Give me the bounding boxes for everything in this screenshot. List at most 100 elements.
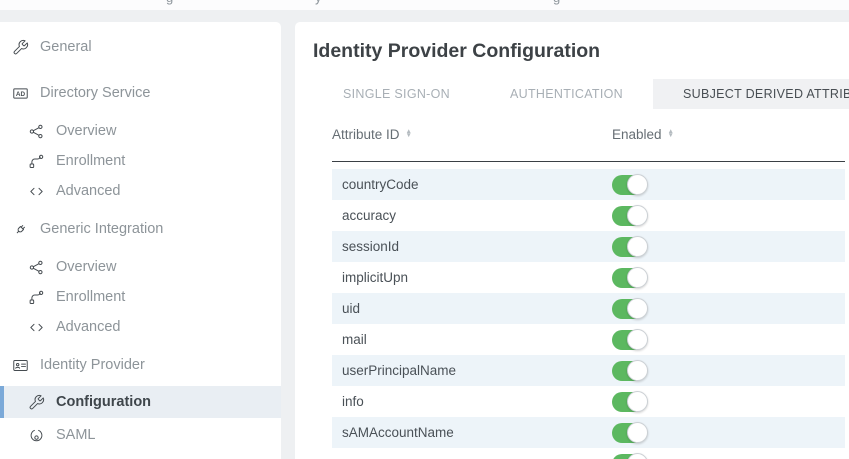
enabled-toggle[interactable] — [612, 175, 645, 195]
toggle-knob — [627, 298, 648, 319]
table-row-info: info — [332, 386, 845, 417]
enabled-toggle[interactable] — [612, 392, 645, 412]
attribute-id-cell: sessionId — [342, 239, 612, 254]
toggle-knob — [627, 205, 648, 226]
header-divider — [332, 161, 845, 162]
table-row-uid: uid — [332, 293, 845, 324]
code-icon — [28, 319, 45, 336]
table-row-implicitupn: implicitUpn — [332, 262, 845, 293]
column-header-label: Enabled — [612, 127, 662, 142]
table-row-mail: mail — [332, 324, 845, 355]
sidebar-item-label: Identity Provider — [40, 357, 145, 373]
column-header-enabled[interactable]: Enabled ▲▼ — [612, 127, 674, 142]
attribute-id-cell: sAMAccountName — [342, 425, 612, 440]
table-row-sessionid: sessionId — [332, 231, 845, 262]
page-title: Identity Provider Configuration — [295, 22, 849, 63]
toggle-knob — [627, 236, 648, 257]
sidebar-item-gi-enrollment[interactable]: Enrollment — [0, 282, 281, 312]
svg-text:AD: AD — [16, 90, 26, 97]
sidebar-item-identity-provider[interactable]: Identity Provider — [0, 350, 281, 380]
sidebar-item-gi-advanced[interactable]: Advanced — [0, 312, 281, 342]
toggle-knob — [627, 267, 648, 288]
sidebar-item-directory-service[interactable]: AD Directory Service — [0, 78, 281, 108]
sidebar-item-general[interactable]: General — [0, 32, 281, 62]
sidebar-item-configuration[interactable]: Configuration — [0, 386, 281, 418]
attribute-id-cell: implicitUpn — [342, 270, 612, 285]
plug-icon — [12, 221, 29, 238]
id-card-icon — [12, 357, 29, 374]
sidebar-item-gi-overview[interactable]: Overview — [0, 252, 281, 282]
breadcrumb-fragment: y — [315, 0, 322, 5]
tab-bar: SINGLE SIGN-ON AUTHENTICATION SUBJECT DE… — [313, 79, 849, 109]
toggle-knob — [627, 360, 648, 381]
table-row-partial — [332, 448, 845, 459]
code-icon — [28, 183, 45, 200]
route-icon — [28, 153, 45, 170]
sidebar-item-label: Advanced — [56, 183, 121, 199]
breadcrumb-fragment: g — [553, 0, 560, 5]
breadcrumb-fragment: g — [166, 0, 173, 5]
sidebar-item-label: Overview — [56, 259, 116, 275]
sidebar-item-label: Enrollment — [56, 289, 125, 305]
sidebar-item-label: Generic Integration — [40, 221, 163, 237]
toggle-knob — [627, 391, 648, 412]
toggle-knob — [627, 174, 648, 195]
network-icon — [28, 123, 45, 140]
breadcrumb: g y g — [0, 0, 849, 10]
ad-badge-icon: AD — [12, 85, 29, 102]
attributes-table: Attribute ID ▲▼ Enabled ▲▼ countryCode a… — [332, 121, 845, 459]
table-row-accuracy: accuracy — [332, 200, 845, 231]
attribute-id-cell: info — [342, 394, 612, 409]
sidebar-item-generic-integration[interactable]: Generic Integration — [0, 214, 281, 244]
attribute-id-cell: uid — [342, 301, 612, 316]
enabled-toggle[interactable] — [612, 423, 645, 443]
settings-sidebar: General AD Directory Service Overview En… — [0, 22, 281, 459]
enabled-toggle[interactable] — [612, 268, 645, 288]
table-header-row: Attribute ID ▲▼ Enabled ▲▼ — [332, 121, 845, 147]
column-header-label: Attribute ID — [332, 127, 400, 142]
sidebar-item-label: Directory Service — [40, 85, 150, 101]
sidebar-item-ds-enrollment[interactable]: Enrollment — [0, 146, 281, 176]
enabled-toggle[interactable] — [612, 454, 645, 459]
sidebar-item-oidc[interactable]: OIDC — [0, 450, 281, 459]
sidebar-item-ds-overview[interactable]: Overview — [0, 116, 281, 146]
wrench-icon — [12, 39, 29, 56]
sidebar-nav: General AD Directory Service Overview En… — [0, 22, 281, 459]
enabled-toggle[interactable] — [612, 237, 645, 257]
sidebar-item-label: General — [40, 39, 92, 55]
attribute-id-cell: userPrincipalName — [342, 363, 612, 378]
attribute-id-cell: countryCode — [342, 177, 612, 192]
attribute-id-cell: mail — [342, 332, 612, 347]
content-panel: Identity Provider Configuration SINGLE S… — [295, 22, 849, 459]
sort-icon[interactable]: ▲▼ — [668, 130, 674, 139]
wrench-icon — [28, 394, 45, 411]
tab-authentication[interactable]: AUTHENTICATION — [480, 79, 653, 109]
toggle-knob — [627, 329, 648, 350]
enabled-toggle[interactable] — [612, 361, 645, 381]
sidebar-item-label: SAML — [56, 427, 96, 443]
table-row-countrycode: countryCode — [332, 169, 845, 200]
table-body: countryCode accuracy sessionId implicitU… — [332, 169, 845, 459]
tab-single-sign-on[interactable]: SINGLE SIGN-ON — [313, 79, 480, 109]
sidebar-item-ds-advanced[interactable]: Advanced — [0, 176, 281, 206]
attribute-id-cell: accuracy — [342, 208, 612, 223]
toggle-knob — [627, 453, 648, 459]
enabled-toggle[interactable] — [612, 330, 645, 350]
enabled-toggle[interactable] — [612, 299, 645, 319]
route-icon — [28, 289, 45, 306]
app-window: g y g General AD Directory Service — [0, 0, 849, 459]
sidebar-item-label: Advanced — [56, 319, 121, 335]
sidebar-item-label: Enrollment — [56, 153, 125, 169]
toggle-knob — [627, 422, 648, 443]
table-row-userprincipalname: userPrincipalName — [332, 355, 845, 386]
sidebar-item-label: Overview — [56, 123, 116, 139]
table-row-samaccountname: sAMAccountName — [332, 417, 845, 448]
sort-icon[interactable]: ▲▼ — [406, 130, 412, 139]
sidebar-item-saml[interactable]: SAML — [0, 420, 281, 450]
sidebar-item-label: Configuration — [56, 394, 151, 410]
tab-subject-derived-attributes[interactable]: SUBJECT DERIVED ATTRIBUTES — [653, 79, 849, 109]
column-header-attribute-id[interactable]: Attribute ID ▲▼ — [332, 127, 612, 142]
enabled-toggle[interactable] — [612, 206, 645, 226]
network-icon — [28, 259, 45, 276]
ring-icon — [28, 427, 45, 444]
